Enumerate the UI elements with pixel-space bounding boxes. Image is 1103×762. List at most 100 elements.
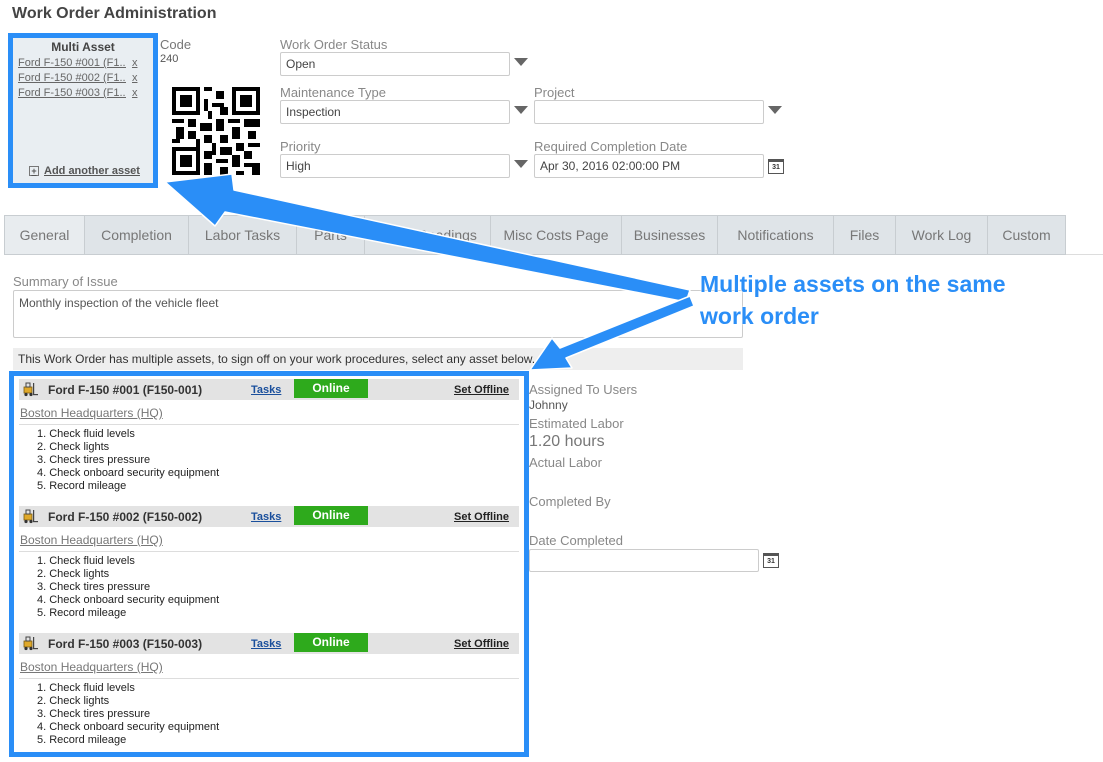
- required-completion-input[interactable]: Apr 30, 2016 02:00:00 PM: [534, 154, 764, 178]
- date-completed-input[interactable]: [529, 549, 759, 572]
- tab-files[interactable]: Files: [834, 216, 896, 254]
- list-item: 1. Check fluid levels: [37, 428, 135, 440]
- asset-location-link[interactable]: Boston Headquarters (HQ): [20, 660, 519, 674]
- set-offline-link[interactable]: Set Offline: [454, 384, 509, 396]
- qr-code-icon: [172, 87, 260, 175]
- multi-asset-link[interactable]: Ford F-150 #002 (F1...: [18, 72, 126, 84]
- list-item: 5. Record mileage: [37, 607, 127, 619]
- asset-list: Ford F-150 #001 (F150-001) Tasks Online …: [9, 371, 529, 757]
- status-badge: Online: [294, 633, 368, 652]
- tab-custom[interactable]: Custom: [988, 216, 1065, 254]
- divider: [19, 551, 519, 552]
- asset-item: Ford F-150 #002 (F150-002) Tasks Online …: [19, 506, 519, 620]
- list-item: 2. Check lights: [37, 695, 110, 707]
- task-list: 1. Check fluid levels 2. Check lights 3.…: [37, 555, 519, 620]
- multi-asset-title: Multi Asset: [51, 40, 115, 54]
- list-item: 1. Check fluid levels: [37, 555, 135, 567]
- task-list: 1. Check fluid levels 2. Check lights 3.…: [37, 428, 519, 493]
- forklift-icon: [23, 382, 38, 397]
- multi-asset-link[interactable]: Ford F-150 #003 (F1...: [18, 87, 126, 99]
- asset-name: Ford F-150 #003 (F150-003): [48, 636, 203, 651]
- list-item: 2. Check lights: [37, 441, 110, 453]
- chevron-down-icon[interactable]: [514, 160, 528, 168]
- required-completion-label: Required Completion Date: [534, 139, 688, 154]
- calendar-icon[interactable]: 31: [768, 159, 784, 174]
- priority-label: Priority: [280, 139, 321, 154]
- divider: [19, 424, 519, 425]
- set-offline-link[interactable]: Set Offline: [454, 638, 509, 650]
- add-asset-icon: +: [29, 166, 39, 176]
- tasks-link[interactable]: Tasks: [251, 511, 281, 523]
- asset-header[interactable]: Ford F-150 #003 (F150-003) Tasks Online …: [19, 633, 519, 654]
- asset-item: Ford F-150 #001 (F150-001) Tasks Online …: [19, 379, 519, 493]
- list-item: 4. Check onboard security equipment: [37, 721, 220, 733]
- tab-notifications[interactable]: Notifications: [718, 216, 834, 254]
- tab-parts[interactable]: Parts: [297, 216, 365, 254]
- asset-location-link[interactable]: Boston Headquarters (HQ): [20, 406, 519, 420]
- chevron-down-icon[interactable]: [768, 106, 782, 114]
- project-label: Project: [534, 85, 575, 100]
- asset-location-link[interactable]: Boston Headquarters (HQ): [20, 533, 519, 547]
- tab-general[interactable]: General: [5, 216, 85, 254]
- completed-by-label: Completed By: [529, 494, 611, 509]
- assigned-users-value: Johnny: [529, 398, 568, 412]
- asset-item: Ford F-150 #003 (F150-003) Tasks Online …: [19, 633, 519, 747]
- forklift-icon: [23, 509, 38, 524]
- tab-misc-costs[interactable]: Misc Costs Page: [491, 216, 622, 254]
- tab-labor-tasks[interactable]: Labor Tasks: [189, 216, 297, 254]
- multi-asset-item: Ford F-150 #003 (F1... x: [18, 87, 153, 99]
- multi-asset-item: Ford F-150 #001 (F1... x: [18, 57, 153, 69]
- asset-header[interactable]: Ford F-150 #002 (F150-002) Tasks Online …: [19, 506, 519, 527]
- add-asset-button[interactable]: + Add another asset: [29, 165, 140, 177]
- add-asset-label: Add another asset: [44, 165, 140, 177]
- maintenance-type-label: Maintenance Type: [280, 85, 386, 100]
- assigned-users-label: Assigned To Users: [529, 382, 638, 397]
- remove-asset-button[interactable]: x: [132, 87, 138, 99]
- summary-textarea[interactable]: Monthly inspection of the vehicle fleet: [13, 290, 743, 338]
- multi-asset-link[interactable]: Ford F-150 #001 (F1...: [18, 57, 126, 69]
- list-item: 2. Check lights: [37, 568, 110, 580]
- tab-work-log[interactable]: Work Log: [896, 216, 988, 254]
- tab-divider: [1066, 254, 1103, 255]
- summary-label: Summary of Issue: [13, 274, 118, 289]
- list-item: 1. Check fluid levels: [37, 682, 135, 694]
- status-badge: Online: [294, 506, 368, 525]
- tab-completion[interactable]: Completion: [85, 216, 189, 254]
- tab-meter-readings[interactable]: Meter Readings: [365, 216, 491, 254]
- set-offline-link[interactable]: Set Offline: [454, 511, 509, 523]
- tasks-link[interactable]: Tasks: [251, 384, 281, 396]
- task-list: 1. Check fluid levels 2. Check lights 3.…: [37, 682, 519, 747]
- priority-select[interactable]: High: [280, 154, 510, 178]
- status-select[interactable]: Open: [280, 52, 510, 76]
- chevron-down-icon[interactable]: [514, 58, 528, 66]
- actual-labor-label: Actual Labor: [529, 455, 602, 470]
- code-label: Code: [160, 37, 192, 52]
- forklift-icon: [23, 636, 38, 651]
- tab-bar: General Completion Labor Tasks Parts Met…: [4, 215, 1066, 255]
- status-badge: Online: [294, 379, 368, 398]
- remove-asset-button[interactable]: x: [132, 57, 138, 69]
- tasks-link[interactable]: Tasks: [251, 638, 281, 650]
- asset-name: Ford F-150 #001 (F150-001): [48, 382, 203, 397]
- calendar-icon[interactable]: 31: [763, 553, 779, 568]
- estimated-labor-label: Estimated Labor: [529, 416, 624, 431]
- maintenance-type-select[interactable]: Inspection: [280, 100, 510, 124]
- chevron-down-icon[interactable]: [514, 106, 528, 114]
- multi-asset-panel: Multi Asset Ford F-150 #001 (F1... x For…: [8, 33, 158, 188]
- project-select[interactable]: [534, 100, 764, 124]
- date-completed-label: Date Completed: [529, 533, 623, 548]
- list-item: 3. Check tires pressure: [37, 708, 151, 720]
- asset-header[interactable]: Ford F-150 #001 (F150-001) Tasks Online …: [19, 379, 519, 400]
- estimated-labor-value: 1.20 hours: [529, 433, 605, 450]
- status-label: Work Order Status: [280, 37, 388, 52]
- list-item: 3. Check tires pressure: [37, 454, 151, 466]
- multi-asset-item: Ford F-150 #002 (F1... x: [18, 72, 153, 84]
- callout-line: work order: [700, 303, 819, 329]
- divider: [19, 678, 519, 679]
- multi-asset-note: This Work Order has multiple assets, to …: [13, 348, 743, 370]
- list-item: 5. Record mileage: [37, 480, 127, 492]
- remove-asset-button[interactable]: x: [132, 72, 138, 84]
- page-title: Work Order Administration: [12, 5, 217, 22]
- tab-businesses[interactable]: Businesses: [622, 216, 718, 254]
- code-value: 240: [160, 53, 179, 65]
